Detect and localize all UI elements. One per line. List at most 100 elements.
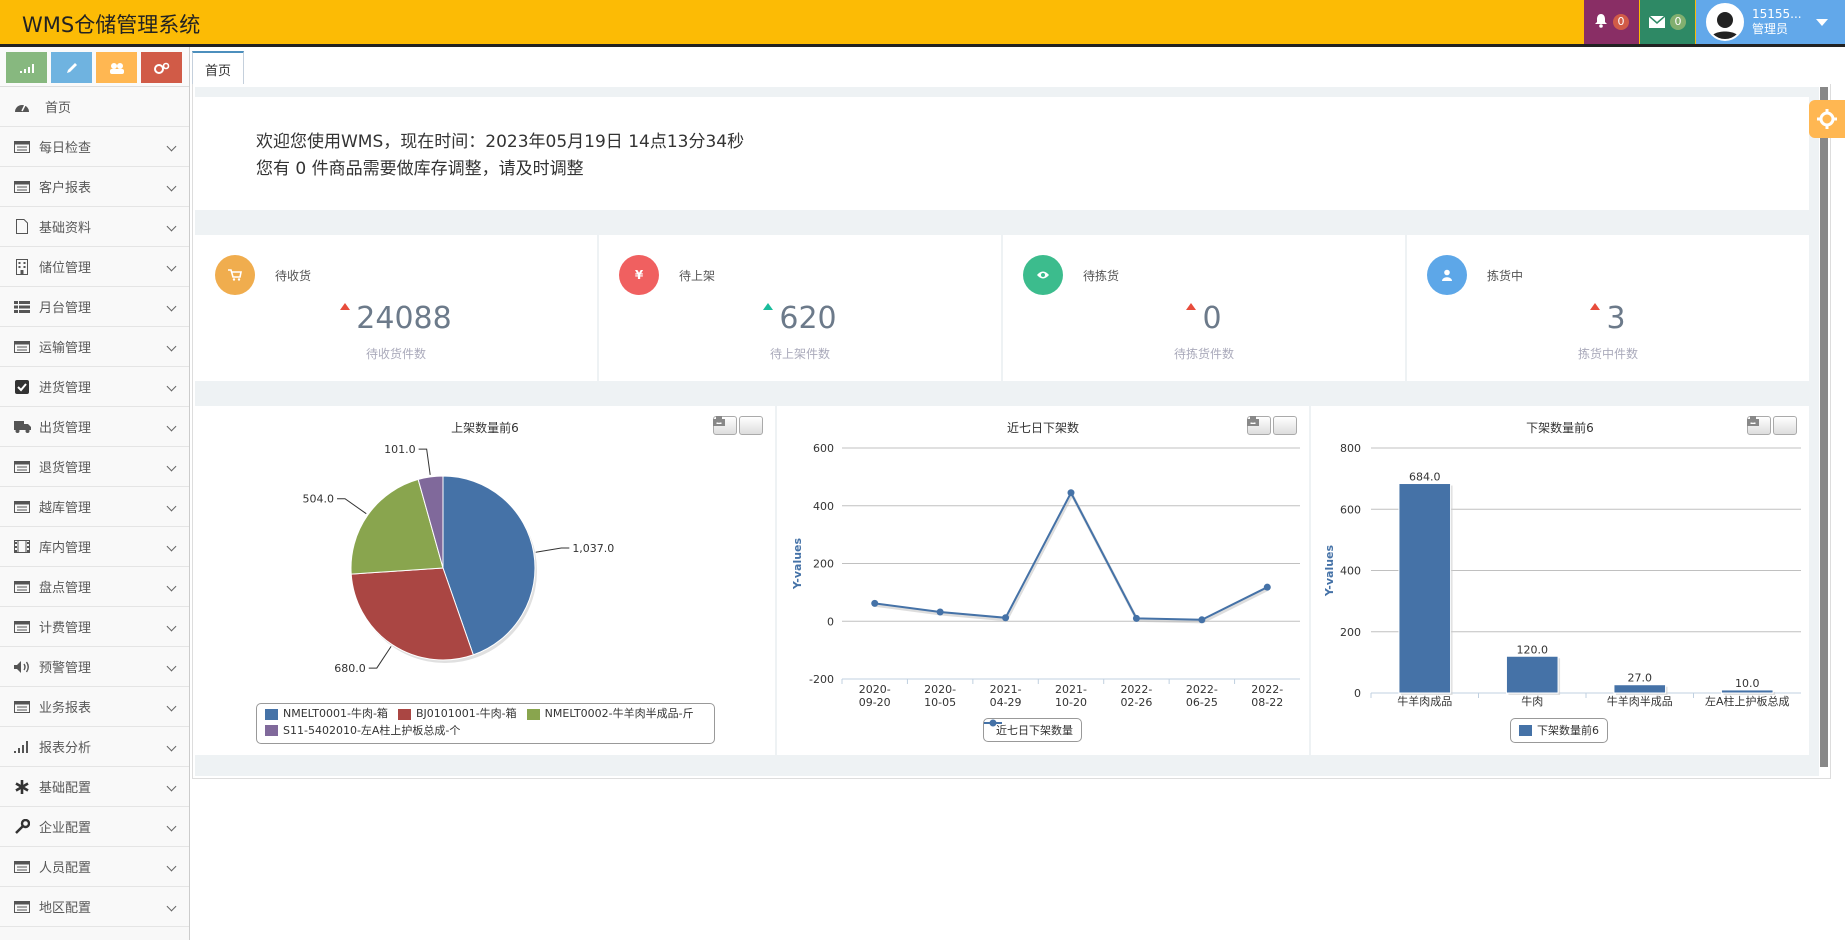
sidebar-item-20[interactable]: 地区配置 [0,887,189,927]
truck-icon [13,419,31,435]
notifications-button[interactable]: 0 [1584,0,1639,44]
y-tick-label-3: 400 [813,500,834,513]
chevron-down-icon [166,661,177,672]
sidebar-item-label: 越库管理 [39,501,92,516]
stat-value: 24088 [195,301,597,336]
list-icon [13,339,31,355]
sidebar-item-11[interactable]: 库内管理 [0,527,189,567]
sidebar-item-10[interactable]: 越库管理 [0,487,189,527]
sidebar-item-19[interactable]: 人员配置 [0,847,189,887]
bar-3 [1613,684,1667,694]
cart-icon [215,255,255,295]
sidebar-item-label: 地区配置 [39,901,92,916]
stat-caption: 拣货中件数 [1577,347,1638,361]
list-icon [13,459,31,475]
sidebar-item-13[interactable]: 计费管理 [0,607,189,647]
x-tick-label-5: 2022-06-25 [1186,683,1218,709]
tab-home[interactable]: 首页 [192,51,244,85]
stat-title: 待拣货 [1083,269,1120,283]
x-tick-label-0: 2020-09-20 [859,683,891,709]
legend-item-2[interactable]: BJ0101001-牛肉-箱 [397,707,517,721]
bell-icon [1594,13,1608,32]
sidebar-item-label: 运输管理 [39,341,92,356]
user-menu[interactable]: 15155... 管理员 [1696,0,1845,44]
chevron-down-icon [166,341,177,352]
sidebar-item-12[interactable]: 盘点管理 [0,567,189,607]
x-tick-label-3: 左A柱上护板总成 [1705,694,1790,708]
sidebar-item-18[interactable]: 企业配置 [0,807,189,847]
cogs-shortcut-button[interactable] [141,52,182,83]
sidebar-item-4[interactable]: 储位管理 [0,247,189,287]
sidebar-item-label: 基础配置 [39,781,92,796]
sidebar-item-home[interactable]: 首页 [0,87,189,127]
sidebar-item-16[interactable]: 报表分析 [0,727,189,767]
line-point-4 [1067,489,1075,497]
chevron-down-icon [166,901,177,912]
series-line [874,490,1268,621]
pie-legend: NMELT0001-牛肉-箱 BJ0101001-牛肉-箱 NMELT0002-牛羊… [256,703,715,744]
y-tick-label-4: 800 [1340,442,1361,455]
sidebar-item-1[interactable]: 每日检查 [0,127,189,167]
content-scrollbar[interactable] [1820,87,1828,767]
building-icon [13,258,31,275]
legend-item-3[interactable]: NMELT0002-牛羊肉半成品-斤 [526,707,694,721]
sidebar-item-label: 月台管理 [39,301,92,316]
gear-icon [1817,109,1837,129]
sidebar-item-label: 业务报表 [39,701,92,716]
user-icon [1427,255,1467,295]
legend-item-1[interactable]: NMELT0001-牛肉-箱 [265,707,388,721]
signal-shortcut-button[interactable] [6,52,47,83]
messages-badge: 0 [1670,14,1686,30]
pencil-shortcut-button[interactable] [51,52,92,83]
list-icon [13,619,31,635]
sidebar-item-label: 预警管理 [39,661,92,676]
x-tick-label-1: 2020-10-05 [924,683,956,709]
sidebar-item-14[interactable]: 预警管理 [0,647,189,687]
settings-float-button[interactable] [1809,100,1845,138]
sidebar-item-3[interactable]: 基础资料 [0,207,189,247]
sidebar-item-6[interactable]: 运输管理 [0,327,189,367]
chevron-down-icon [166,381,177,392]
sidebar-item-5[interactable]: 月台管理 [0,287,189,327]
film-icon [13,539,31,555]
sidebar-item-15[interactable]: 业务报表 [0,687,189,727]
sidebar-item-label: 库内管理 [39,541,92,556]
pie-connector-2 [368,646,392,669]
messages-button[interactable]: 0 [1640,0,1695,44]
notifications-badge: 0 [1613,14,1629,30]
yen-icon: ¥ [619,255,659,295]
sidebar-item-2[interactable]: 客户报表 [0,167,189,207]
y-tick-label-4: 600 [813,442,834,455]
y-tick-label-0: 0 [1354,687,1361,700]
volume-icon [13,659,31,675]
legend-label: NMELT0002-牛羊肉半成品-斤 [544,707,694,720]
line-point-3 [1002,614,1010,622]
sidebar-item-9[interactable]: 退货管理 [0,447,189,487]
chevron-down-icon [166,141,177,152]
signal-icon [13,739,31,755]
bar-1 [1398,483,1452,694]
sidebar-item-label: 客户报表 [39,181,92,196]
users-shortcut-button[interactable] [96,52,137,83]
sidebar-item-17[interactable]: 基础配置 [0,767,189,807]
legend-label: 下架数量前6 [1537,724,1599,737]
line-chart: -200 0 200 400 600 2020-09-20 2020-10-05 2021-0… [791,442,1300,709]
user-name: 15155... [1752,7,1802,21]
sidebar-item-8[interactable]: 出货管理 [0,407,189,447]
stat-value: 0 [1003,301,1405,336]
y-tick-label-2: 200 [813,558,834,571]
chevron-down-icon [166,221,177,232]
sidebar-item-7[interactable]: 进货管理 [0,367,189,407]
legend-item-4[interactable]: S11-5402010-左A柱上护板总成-个 [265,724,460,738]
legend-swatch [526,708,540,720]
shortcut-buttons [0,47,189,87]
pie-data-label-3: 504.0 [303,493,335,506]
chevron-down-icon [166,181,177,192]
pie-connector-4 [418,448,431,475]
file-icon [13,219,31,235]
pie-data-label-4: 101.0 [384,443,416,456]
sidebar-item-label: 人员配置 [39,861,92,876]
legend-item-1[interactable]: 近七日下架数量 [984,719,1073,738]
legend-swatch [397,708,411,720]
legend-item-1[interactable]: 下架数量前6 [1519,722,1599,738]
